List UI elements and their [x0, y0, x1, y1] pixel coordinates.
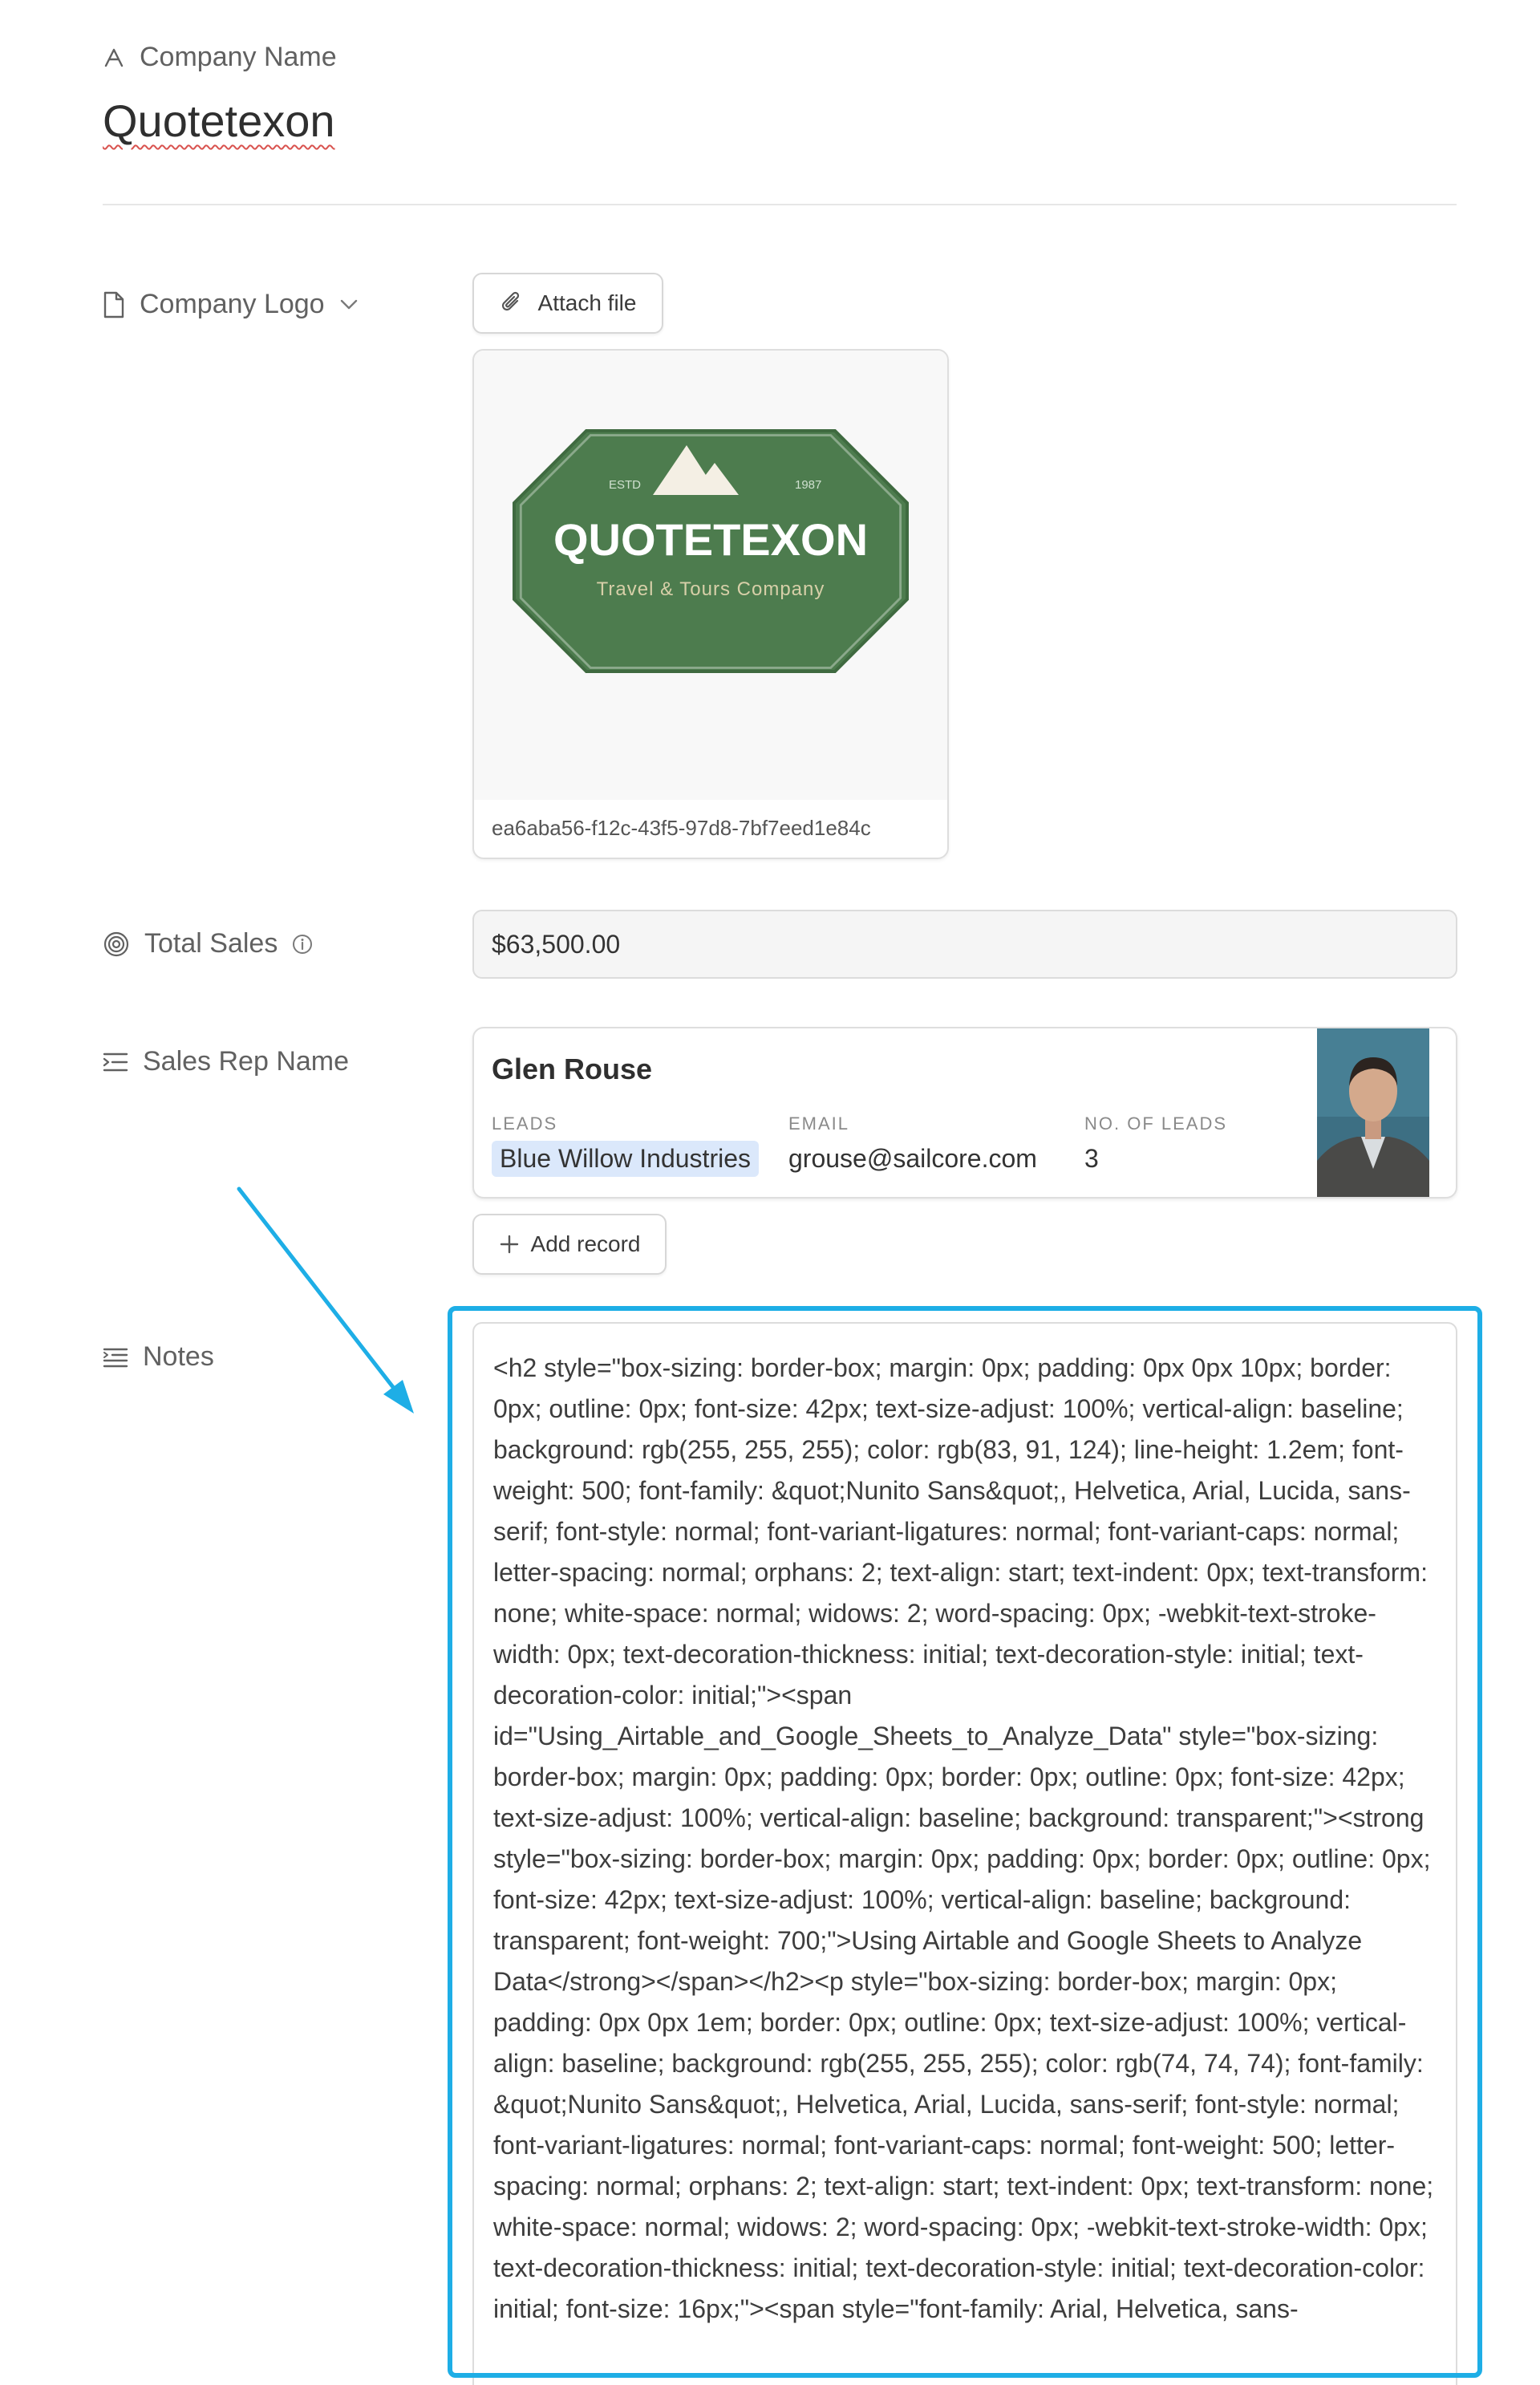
attachment-filename: ea6aba56-f12c-43f5-97d8-7bf7eed1e84c — [492, 816, 871, 840]
add-record-label: Add record — [530, 1231, 641, 1256]
linked-record-name: Glen Rouse — [492, 1053, 653, 1085]
notes-label-text: Notes — [143, 1341, 214, 1372]
notes-field-label: Notes — [103, 1341, 214, 1373]
logo-tagline-text: Travel & Tours Company — [597, 578, 825, 600]
lead-count-value: 3 — [1084, 1144, 1099, 1173]
attach-file-button[interactable]: Attach file — [472, 273, 663, 334]
total-sales-field-label: Total Sales — [103, 928, 313, 959]
logo-year-label: 1987 — [795, 478, 821, 492]
company-name-value[interactable]: Quotetexon — [103, 95, 335, 147]
attachment-preview[interactable]: ESTD 1987 QUOTETEXON Travel & Tours Comp… — [474, 351, 947, 800]
text-field-icon — [104, 48, 124, 67]
total-sales-value: $63,500.00 — [472, 910, 1457, 979]
chevron-down-icon[interactable] — [339, 298, 359, 311]
lookup-icon — [103, 1053, 128, 1071]
logo-brand-text: QUOTETEXON — [553, 514, 868, 565]
header-divider — [103, 204, 1457, 205]
rollup-icon — [103, 931, 129, 956]
sales-rep-field-label: Sales Rep Name — [103, 1046, 349, 1077]
company-logo-field-label[interactable]: Company Logo — [103, 289, 359, 320]
linked-record-card[interactable]: Glen Rouse LEADS EMAIL NO. OF LEADS Blue… — [472, 1027, 1457, 1199]
column-header-leads: LEADS — [492, 1113, 558, 1134]
sales-rep-label-text: Sales Rep Name — [143, 1046, 350, 1077]
annotation-arrow — [237, 1186, 414, 1414]
notes-text: <h2 style="box-sizing: border-box; margi… — [493, 1353, 1441, 2323]
document-icon — [103, 291, 124, 318]
column-header-lead-count: NO. OF LEADS — [1084, 1113, 1228, 1134]
company-logo-image: ESTD 1987 QUOTETEXON Travel & Tours Comp… — [513, 429, 909, 673]
column-header-email: EMAIL — [788, 1113, 850, 1134]
attach-file-label: Attach file — [537, 290, 637, 315]
attachment-card[interactable]: ESTD 1987 QUOTETEXON Travel & Tours Comp… — [472, 349, 949, 859]
total-sales-label-text: Total Sales — [144, 928, 278, 959]
info-icon[interactable] — [292, 934, 313, 955]
add-record-button[interactable]: Add record — [472, 1214, 667, 1275]
logo-estd-label: ESTD — [609, 478, 641, 492]
company-name-field-label: Company Name — [103, 42, 337, 73]
rep-email-value: grouse@sailcore.com — [788, 1144, 1037, 1173]
long-text-icon — [103, 1348, 128, 1367]
company-name-label-text: Company Name — [140, 42, 337, 72]
company-logo-label-text: Company Logo — [140, 289, 325, 319]
paperclip-icon — [501, 291, 519, 311]
lead-chip[interactable]: Blue Willow Industries — [492, 1141, 759, 1177]
plus-icon — [500, 1235, 518, 1254]
avatar — [1317, 1028, 1429, 1197]
notes-textarea[interactable]: <h2 style="box-sizing: border-box; margi… — [472, 1322, 1457, 2385]
